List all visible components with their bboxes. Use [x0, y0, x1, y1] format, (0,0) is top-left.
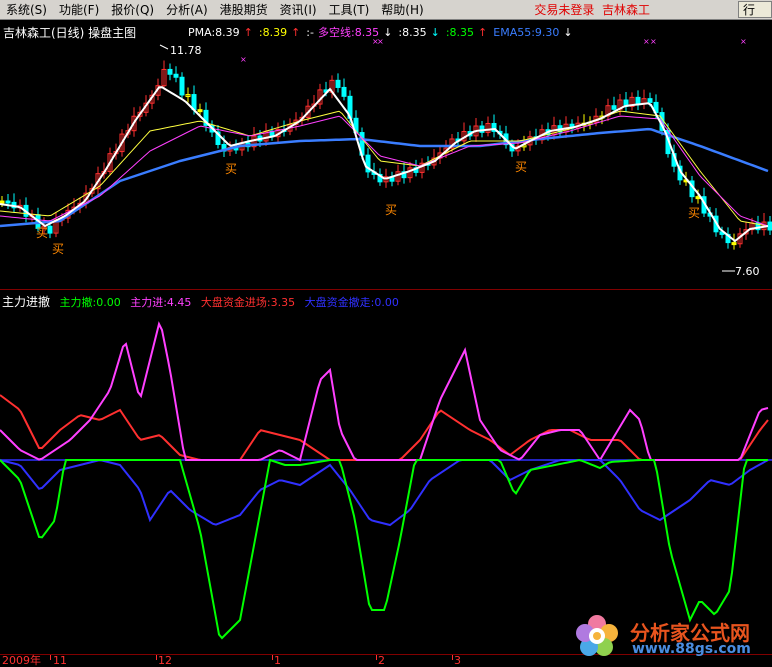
indicator-4: :8.35	[398, 26, 427, 39]
indicator-2: :-	[306, 26, 314, 39]
sub-chart-title: 主力进撤	[2, 295, 51, 309]
high-pointer	[159, 44, 169, 50]
watermark: 分析家公式网 www.88gs.com	[572, 611, 772, 659]
candle-body	[167, 68, 173, 75]
fund-flow-panel[interactable]: 主力进撤 主力撤:0.00 主力进:4.45 大盘资金进场:3.35 大盘资金撤…	[0, 290, 772, 654]
date-label-dec: 12	[158, 654, 172, 667]
signal-marker: ×	[650, 37, 657, 46]
menu-help[interactable]: 帮助(H)	[375, 0, 429, 20]
candles	[0, 60, 772, 250]
menu-function[interactable]: 功能(F)	[53, 0, 105, 20]
candlestick-chart[interactable]: ××× × × ×买买买买买买	[0, 21, 772, 289]
menu-tools[interactable]: 工具(T)	[323, 0, 376, 20]
market-withdraw-line	[0, 459, 769, 527]
date-label-year: 2009年	[2, 654, 41, 667]
buy-signal-label: 买	[52, 242, 64, 256]
candle-body	[635, 96, 641, 105]
menu-system[interactable]: 系统(S)	[0, 0, 53, 20]
candle-body	[179, 76, 185, 96]
main-enter-line	[0, 321, 769, 462]
status-area: 交易未登录 吉林森工	[534, 0, 650, 20]
date-label-mar: 3	[454, 654, 461, 667]
ma-yellow-line	[0, 110, 769, 227]
indicator-row: PMA:8.39 ↑:8.39 ↑:- 多空线:8.35 ↓:8.35 ↓:8.35 ↑ EM…	[188, 24, 579, 40]
indicator-6: EMA55:9.30	[493, 26, 560, 39]
high-price-label: 11.78	[170, 44, 202, 57]
menu-analysis[interactable]: 分析(A)	[160, 0, 214, 20]
date-label-jan: 1	[274, 654, 281, 667]
watermark-url: www.88gs.com	[632, 641, 751, 657]
indicator-0: PMA:8.39	[188, 26, 240, 39]
candle-body	[0, 200, 5, 204]
indicator-arrow-5: ↑	[478, 26, 488, 39]
candle-body	[731, 242, 737, 246]
buy-signal-label: 买	[36, 226, 48, 240]
candle-body	[173, 73, 179, 78]
indicator-arrow-3: ↓	[383, 26, 393, 39]
candle-body	[47, 225, 53, 234]
menu-hk-futures[interactable]: 港股期货	[214, 0, 274, 20]
stock-name-label: 吉林森工	[601, 3, 650, 17]
indicator-3: 多空线:8.35	[317, 26, 380, 39]
legend-main-withdraw: 主力撤:0.00	[59, 296, 121, 309]
menu-bar: 系统(S) 功能(F) 报价(Q) 分析(A) 港股期货 资讯(I) 工具(T)…	[0, 0, 772, 20]
legend-market-enter: 大盘资金进场:3.35	[200, 296, 296, 309]
ma-pink-line	[0, 115, 769, 227]
sub-legend: 主力进撤 主力撤:0.00 主力进:4.45 大盘资金进场:3.35 大盘资金撤…	[2, 293, 399, 310]
legend-market-withdraw: 大盘资金撤走:0.00	[304, 296, 399, 309]
indicator-5: :8.35	[445, 26, 475, 39]
candle-body	[647, 98, 653, 103]
flower-logo-icon	[576, 615, 618, 656]
candle-body	[341, 86, 347, 97]
indicator-arrow-1: ↑	[291, 26, 301, 39]
buy-signal-label: 买	[225, 162, 237, 176]
date-label-feb: 2	[378, 654, 385, 667]
menu-quote[interactable]: 报价(Q)	[105, 0, 160, 20]
fund-flow-chart[interactable]	[0, 290, 772, 654]
window-control-button[interactable]: 行	[738, 1, 772, 18]
menu-info[interactable]: 资讯(I)	[274, 0, 323, 20]
main-chart-title: 吉林森工(日线) 操盘主图	[3, 26, 137, 40]
candle-body	[335, 79, 341, 88]
buy-signal-label: 买	[688, 206, 700, 220]
candle-body	[5, 200, 11, 204]
signal-marker: ×	[240, 55, 247, 64]
buy-signal-label: 买	[515, 160, 527, 174]
trade-login-status[interactable]: 交易未登录	[534, 3, 594, 17]
main-chart-panel[interactable]: × × × × × × 买买买买买买 吉林森工(日线) 操盘主图 PMA:8.39 ↑:8.3…	[0, 21, 772, 290]
candle-body	[197, 109, 203, 113]
indicator-1: :8.39	[258, 26, 288, 39]
date-label-nov: 11	[53, 654, 67, 667]
candle-body	[611, 105, 617, 110]
indicator-arrow-4: ↓	[430, 26, 440, 39]
signal-marker: ×	[740, 37, 747, 46]
indicator-arrow-6: ↓	[563, 26, 573, 39]
market-enter-line	[0, 394, 769, 461]
candle-body	[767, 221, 772, 231]
ma-white-line	[0, 86, 769, 243]
legend-main-enter: 主力进:4.45	[130, 296, 192, 309]
buy-signal-label: 买	[385, 203, 397, 217]
signal-marker: ×	[643, 37, 650, 46]
indicator-arrow-0: ↑	[243, 26, 253, 39]
low-price-label: 7.60	[735, 265, 760, 278]
